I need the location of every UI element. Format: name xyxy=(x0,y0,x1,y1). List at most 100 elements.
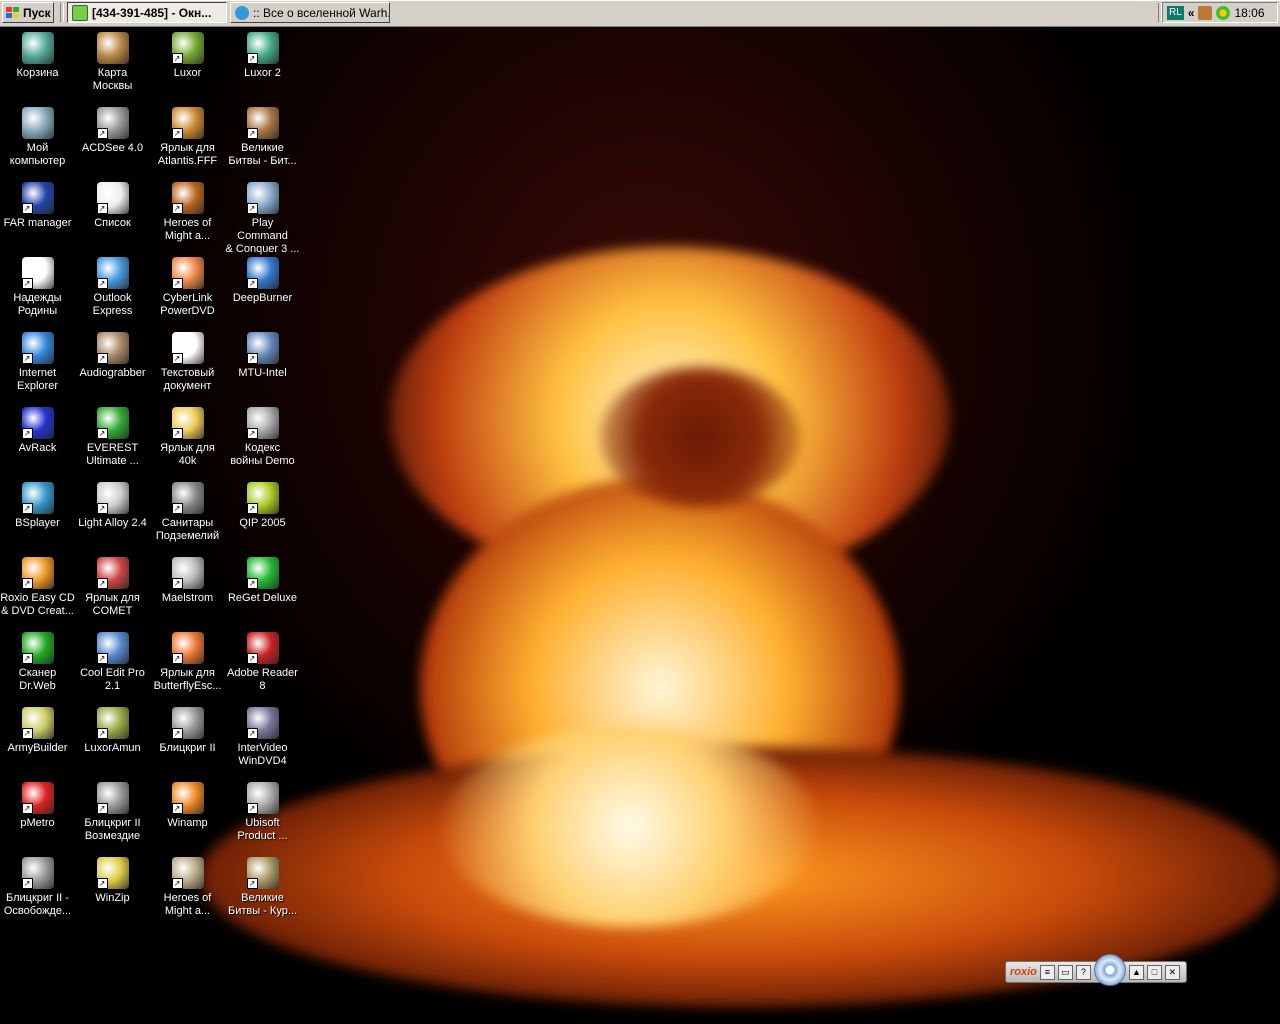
desktop-icon[interactable]: ↗ Outlook Express xyxy=(75,257,150,327)
desktop-icon[interactable]: ↗ Internet Explorer xyxy=(0,332,75,402)
desktop-icon-label: Outlook Express xyxy=(92,292,133,317)
desktop-icon[interactable]: ↗ Ярлык для COMET xyxy=(75,557,150,627)
desktop-icon[interactable]: ↗ Audiograbber xyxy=(75,332,150,402)
desktop-icon[interactable]: ↗ Надежды Родины xyxy=(0,257,75,327)
desktop-icon[interactable]: ↗ AvRack xyxy=(0,407,75,477)
desktop-icon[interactable]: ↗ BSplayer xyxy=(0,482,75,552)
desktop-icon-label: Список xyxy=(94,217,131,229)
desktop-icon[interactable]: ↗ Список xyxy=(75,182,150,252)
cooledit-icon: ↗ xyxy=(96,632,129,664)
ubisoft-icon: ↗ xyxy=(246,782,279,814)
desktop-icon[interactable]: ↗ DeepBurner xyxy=(225,257,300,327)
desktop-icon[interactable]: ↗ EVEREST Ultimate ... xyxy=(75,407,150,477)
shortcut-arrow-icon: ↗ xyxy=(21,728,33,739)
desktop-icon-label: Мой компьютер xyxy=(9,142,66,167)
desktop-icon[interactable]: ↗ Сканер Dr.Web xyxy=(0,632,75,702)
desktop-icon[interactable]: ↗ Кодекс войны Demo xyxy=(225,407,300,477)
desktop-icon[interactable]: ↗ Heroes of Might a... xyxy=(150,182,225,252)
shortcut-arrow-icon: ↗ xyxy=(21,653,33,664)
desktop-icon[interactable]: ↗ Luxor xyxy=(150,32,225,102)
desktop-icon[interactable]: Карта Москвы xyxy=(75,32,150,102)
bsplayer-icon: ↗ xyxy=(21,482,54,514)
shortcut-arrow-icon: ↗ xyxy=(21,353,33,364)
desktop-icon[interactable]: ↗ ArmyBuilder xyxy=(0,707,75,777)
shortcut-arrow-icon: ↗ xyxy=(246,428,258,439)
tray-app-icon[interactable] xyxy=(1198,5,1213,20)
desktop-icon-label: Heroes of Might a... xyxy=(163,892,212,917)
desktop-icon[interactable]: ↗ Ярлык для 40k xyxy=(150,407,225,477)
desktop-icon-label: Maelstrom xyxy=(161,592,214,604)
tray-chevron-icon[interactable]: « xyxy=(1188,6,1195,20)
desktop-icon-label: Internet Explorer xyxy=(17,367,58,392)
desktop-icon[interactable]: ↗ Winamp xyxy=(150,782,225,852)
system-tray: RL « 18:06 xyxy=(1162,2,1278,23)
desktop-icon[interactable]: ↗ WinZip xyxy=(75,857,150,927)
desktop-icon[interactable]: ↗ ACDSee 4.0 xyxy=(75,107,150,177)
desktop-icon[interactable]: ↗ Luxor 2 xyxy=(225,32,300,102)
desktop-icon[interactable]: ↗ MTU-Intel xyxy=(225,332,300,402)
desktop-icon-label: LuxorAmun xyxy=(84,742,141,754)
taskbar-grip[interactable] xyxy=(60,3,64,22)
winzip-icon: ↗ xyxy=(96,857,129,889)
shortcut-arrow-icon: ↗ xyxy=(246,728,258,739)
desktop-icon[interactable]: Мой компьютер xyxy=(0,107,75,177)
shortcut-arrow-icon: ↗ xyxy=(246,353,258,364)
task-button-browser[interactable]: :: Все о вселенной Warh... xyxy=(230,2,390,23)
start-button[interactable]: Пуск xyxy=(2,2,54,23)
far-icon: ↗ xyxy=(21,182,54,214)
desktop-icon[interactable]: ↗ Adobe Reader 8 xyxy=(225,632,300,702)
desktop-icon[interactable]: ↗ Ubisoft Product ... xyxy=(225,782,300,852)
shortcut-arrow-icon: ↗ xyxy=(96,878,108,889)
roxio-deskbar[interactable]: roxio ≡ ▭ ? ▲ □ ✕ xyxy=(1005,954,1187,986)
folder-icon[interactable]: ▭ xyxy=(1057,964,1073,980)
desktop-icon[interactable]: ↗ FAR manager xyxy=(0,182,75,252)
shortcut-arrow-icon: ↗ xyxy=(171,128,183,139)
desktop-icon[interactable]: ↗ InterVideo WinDVD4 xyxy=(225,707,300,777)
clock[interactable]: 18:06 xyxy=(1234,6,1264,20)
desktop-icon[interactable]: ↗ Light Alloy 2.4 xyxy=(75,482,150,552)
disc-icon[interactable] xyxy=(1093,954,1126,986)
desktop-icon-label: ArmyBuilder xyxy=(7,742,68,754)
desktop-icon[interactable]: ↗ Блицкриг II Возмездие xyxy=(75,782,150,852)
shortcut-arrow-icon: ↗ xyxy=(171,728,183,739)
desktop-icon[interactable]: ↗ Ярлык для Atlantis.FFF xyxy=(150,107,225,177)
eject-icon[interactable]: ▲ xyxy=(1128,964,1144,980)
desktop-icon[interactable]: ↗ Текстовый документ xyxy=(150,332,225,402)
desktop-icon[interactable]: ↗ Великие Битвы - Бит... xyxy=(225,107,300,177)
explosion-glow xyxy=(440,727,820,927)
shortcut-arrow-icon: ↗ xyxy=(96,128,108,139)
desktop-icon[interactable]: ↗ Ярлык для ButterflyEsc... xyxy=(150,632,225,702)
desktop-icon[interactable]: ↗ Санитары Подземелий xyxy=(150,482,225,552)
desktop-icon[interactable]: ↗ Блицкриг II - Освобожде... xyxy=(0,857,75,927)
list-icon[interactable]: ≡ xyxy=(1039,964,1055,980)
shortcut-arrow-icon: ↗ xyxy=(96,653,108,664)
maximize-icon[interactable]: □ xyxy=(1146,964,1162,980)
help-icon[interactable]: ? xyxy=(1075,964,1091,980)
qip-flower-icon[interactable] xyxy=(1216,5,1231,20)
shortcut-arrow-icon: ↗ xyxy=(246,53,258,64)
map-icon xyxy=(96,32,129,64)
language-indicator[interactable]: RL xyxy=(1167,5,1184,20)
desktop-icon[interactable]: ↗ pMetro xyxy=(0,782,75,852)
desktop-icon[interactable]: ↗ Roxio Easy CD & DVD Creat... xyxy=(0,557,75,627)
task-label: :: Все о вселенной Warh... xyxy=(253,5,390,20)
shortcut-arrow-icon: ↗ xyxy=(96,503,108,514)
desktop-icon[interactable]: ↗ CyberLink PowerDVD xyxy=(150,257,225,327)
shortcut-arrow-icon: ↗ xyxy=(21,278,33,289)
shortcut-arrow-icon: ↗ xyxy=(171,878,183,889)
desktop-icon[interactable]: ↗ Великие Битвы - Кур... xyxy=(225,857,300,927)
desktop-icon-label: Play Command & Conquer 3 ... xyxy=(225,217,300,255)
close-icon[interactable]: ✕ xyxy=(1164,964,1180,980)
desktop-icon[interactable]: ↗ ReGet Deluxe xyxy=(225,557,300,627)
desktop-icon[interactable]: ↗ Heroes of Might a... xyxy=(150,857,225,927)
desktop-icon[interactable]: ↗ Блицкриг II xyxy=(150,707,225,777)
shortcut-arrow-icon: ↗ xyxy=(96,803,108,814)
desktop-icon-label: WinZip xyxy=(95,892,130,904)
desktop-icon[interactable]: ↗ QIP 2005 xyxy=(225,482,300,552)
desktop-icon[interactable]: ↗ LuxorAmun xyxy=(75,707,150,777)
desktop-icon[interactable]: ↗ Play Command & Conquer 3 ... xyxy=(225,182,300,255)
desktop-icon[interactable]: ↗ Cool Edit Pro 2.1 xyxy=(75,632,150,702)
desktop-icon[interactable]: ↗ Maelstrom xyxy=(150,557,225,627)
desktop-icon[interactable]: Корзина xyxy=(0,32,75,102)
task-button-qip-window[interactable]: [434-391-485] - Окн... xyxy=(67,2,227,23)
